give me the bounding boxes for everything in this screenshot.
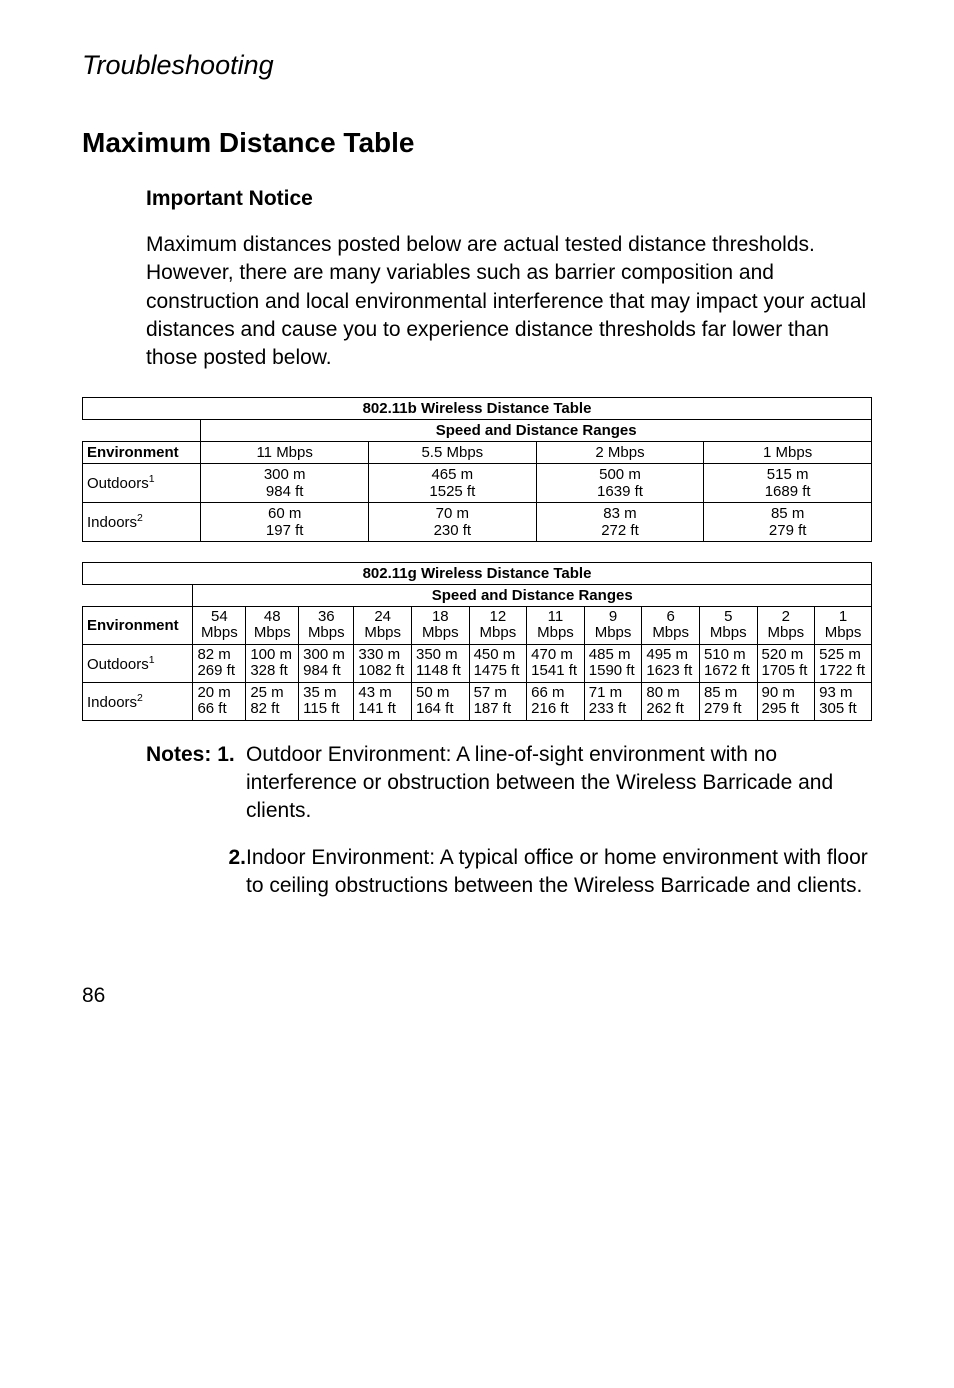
cell: 20 m66 ft [193,682,246,720]
cell: 43 m141 ft [354,682,412,720]
table-g-speed: 6Mbps [642,606,700,644]
table-b-ranges-header: Speed and Distance Ranges [201,419,872,441]
table-b-env-header: Environment [83,441,201,463]
cell: 93 m305 ft [815,682,872,720]
table-g-ranges-header: Speed and Distance Ranges [193,584,872,606]
notes-label: Notes: 1. [146,741,246,826]
note-1: Notes: 1. Outdoor Environment: A line-of… [146,741,872,826]
cell: 80 m262 ft [642,682,700,720]
cell: 485 m1590 ft [584,644,642,682]
cell: 300 m984 ft [201,463,369,502]
cell: 70 m230 ft [369,502,537,541]
cell: 35 m115 ft [299,682,354,720]
cell: 25 m82 ft [246,682,299,720]
cell: 500 m1639 ft [536,463,704,502]
table-row: Outdoors1 300 m984 ft 465 m1525 ft 500 m… [83,463,872,502]
table-g-speed: 2Mbps [757,606,815,644]
blank-cell [83,584,193,606]
page-number: 86 [82,984,872,1008]
note-text: Outdoor Environment: A line-of-sight env… [246,741,872,826]
row-label: Indoors2 [83,682,193,720]
table-g-speed: 9Mbps [584,606,642,644]
cell: 525 m1722 ft [815,644,872,682]
page: Troubleshooting Maximum Distance Table I… [0,0,954,1048]
blank-cell [83,419,201,441]
cell: 520 m1705 ft [757,644,815,682]
cell: 515 m1689 ft [704,463,872,502]
note-text: Indoor Environment: A typical office or … [246,844,872,901]
cell: 495 m1623 ft [642,644,700,682]
table-g-speed: 48Mbps [246,606,299,644]
cell: 57 m187 ft [469,682,527,720]
notes: Notes: 1. Outdoor Environment: A line-of… [146,741,872,901]
cell: 100 m328 ft [246,644,299,682]
table-80211b: 802.11b Wireless Distance Table Speed an… [82,397,872,542]
notice-heading: Important Notice [146,187,872,211]
table-b-speed: 11 Mbps [201,441,369,463]
cell: 330 m1082 ft [354,644,412,682]
row-label: Outdoors1 [83,644,193,682]
cell: 470 m1541 ft [527,644,585,682]
cell: 82 m269 ft [193,644,246,682]
cell: 450 m1475 ft [469,644,527,682]
page-title: Maximum Distance Table [82,127,872,159]
table-g-speed: 12Mbps [469,606,527,644]
section-heading: Troubleshooting [82,50,872,81]
table-b-speed: 2 Mbps [536,441,704,463]
table-row: Indoors2 60 m197 ft 70 m230 ft 83 m272 f… [83,502,872,541]
table-g-speed: 18Mbps [411,606,469,644]
table-g-title: 802.11g Wireless Distance Table [83,562,872,584]
table-80211g: 802.11g Wireless Distance Table Speed an… [82,562,872,721]
row-label: Indoors2 [83,502,201,541]
note-2: 2. Indoor Environment: A typical office … [146,844,872,901]
table-g-speed: 1Mbps [815,606,872,644]
table-b-title: 802.11b Wireless Distance Table [83,397,872,419]
table-row: Outdoors1 82 m269 ft 100 m328 ft 300 m98… [83,644,872,682]
cell: 83 m272 ft [536,502,704,541]
table-g-speed: 24Mbps [354,606,412,644]
cell: 300 m984 ft [299,644,354,682]
cell: 85 m279 ft [704,502,872,541]
cell: 350 m1148 ft [411,644,469,682]
table-g-speed: 36Mbps [299,606,354,644]
cell: 60 m197 ft [201,502,369,541]
table-row: Indoors2 20 m66 ft 25 m82 ft 35 m115 ft … [83,682,872,720]
cell: 510 m1672 ft [699,644,757,682]
table-b-speed: 5.5 Mbps [369,441,537,463]
notice-body: Maximum distances posted below are actua… [146,231,872,373]
table-g-speed: 5Mbps [699,606,757,644]
table-b-speed: 1 Mbps [704,441,872,463]
table-g-env-header: Environment [83,606,193,644]
cell: 465 m1525 ft [369,463,537,502]
cell: 90 m295 ft [757,682,815,720]
table-g-speed: 54Mbps [193,606,246,644]
cell: 71 m233 ft [584,682,642,720]
cell: 85 m279 ft [699,682,757,720]
cell: 50 m164 ft [411,682,469,720]
table-g-speed: 11Mbps [527,606,585,644]
note-number: 2. [146,844,246,901]
row-label: Outdoors1 [83,463,201,502]
cell: 66 m216 ft [527,682,585,720]
